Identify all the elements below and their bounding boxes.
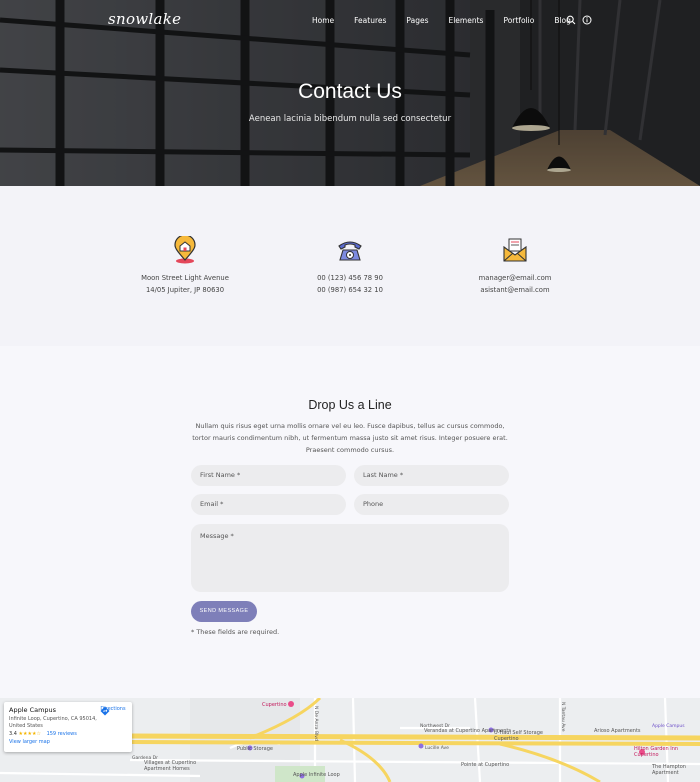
main-nav: Home Features Pages Elements Portfolio B… (312, 16, 571, 25)
directions-icon (100, 706, 110, 716)
form-title: Drop Us a Line (308, 398, 392, 412)
map-label: U-Haul Self Storage Cupertino (494, 730, 543, 742)
nav-item-features[interactable]: Features (354, 16, 386, 25)
house-pin-icon (174, 236, 196, 264)
map-label: N De Anza Blvd (313, 706, 318, 741)
nav-item-elements[interactable]: Elements (448, 16, 483, 25)
map-place-card: Apple Campus Infinite Loop, Cupertino, C… (4, 702, 132, 752)
directions-button[interactable]: Directions (100, 706, 126, 716)
address-line-2: 14/05 Jupiter, JP 80630 (145, 286, 225, 294)
google-map[interactable]: Cupertino Public Storage Villages at Cup… (0, 698, 700, 782)
nav-item-pages[interactable]: Pages (406, 16, 428, 25)
place-rating: 3.4 ★★★★☆ 159 reviews (9, 731, 127, 737)
send-message-button[interactable]: SEND MESSAGE (191, 601, 257, 622)
nav-item-portfolio[interactable]: Portfolio (503, 16, 534, 25)
map-label: Gardena Dr (132, 756, 158, 761)
email-line-2[interactable]: asistant@email.com (435, 284, 595, 296)
nav-item-home[interactable]: Home (312, 16, 334, 25)
view-larger-map-link[interactable]: View larger map (9, 739, 127, 745)
page-title: Contact Us (298, 80, 402, 103)
map-label: Cupertino (262, 702, 287, 708)
page-subtitle: Aenean lacinia bibendum nulla sed consec… (248, 114, 452, 124)
map-label: Apple Infinite Loop (293, 772, 340, 778)
contact-info-section: Moon Street Light Avenue 14/05 Jupiter, … (0, 186, 700, 346)
contact-form-section: Drop Us a Line Nullam quis risus eget ur… (0, 346, 700, 698)
map-label: The Hampton Apartment (652, 764, 686, 776)
search-icon[interactable] (566, 15, 576, 25)
email-input[interactable]: Email * (191, 494, 346, 515)
map-label: Apple Campus (652, 724, 685, 729)
place-address: Infinite Loop, Cupertino, CA 95014, Unit… (9, 716, 97, 729)
first-name-input[interactable]: First Name * (191, 465, 346, 486)
map-label: N Tantau Ave (560, 702, 565, 732)
required-note: * These fields are required. (191, 628, 280, 636)
map-label: Public Storage (237, 746, 273, 752)
site-logo[interactable]: snowlake (108, 10, 181, 28)
rating-value: 3.4 (9, 731, 17, 737)
info-icon[interactable] (582, 15, 592, 25)
address-line-1: Moon Street Light Avenue (141, 274, 229, 282)
map-label: Pointe at Cupertino (461, 762, 510, 768)
email-line-1[interactable]: manager@email.com (435, 272, 595, 284)
map-label: Lucille Ave (425, 746, 449, 751)
map-label: Villages at Cupertino Apartment Homes (144, 760, 197, 772)
phone-input[interactable]: Phone (354, 494, 509, 515)
rating-stars-icon: ★★★★☆ (18, 731, 41, 737)
address-block: Moon Street Light Avenue 14/05 Jupiter, … (105, 236, 265, 296)
message-textarea[interactable]: Message * (191, 524, 509, 592)
map-label: Arioso Apartments (594, 728, 641, 734)
map-label: Northwest Dr (420, 724, 450, 729)
phone-line-1[interactable]: 00 (123) 456 78 90 (270, 272, 430, 284)
envelope-icon (503, 238, 527, 262)
last-name-input[interactable]: Last Name * (354, 465, 509, 486)
form-description: Nullam quis risus eget urna mollis ornar… (192, 422, 508, 454)
telephone-icon (338, 241, 362, 261)
hero-banner: snowlake Home Features Pages Elements Po… (0, 0, 700, 186)
email-block: manager@email.com asistant@email.com (435, 236, 595, 296)
phone-line-2[interactable]: 00 (987) 654 32 10 (270, 284, 430, 296)
phone-block: 00 (123) 456 78 90 00 (987) 654 32 10 (270, 236, 430, 296)
reviews-link[interactable]: 159 reviews (47, 731, 77, 737)
map-label: Hilton Garden Inn Cupertino (634, 746, 679, 758)
